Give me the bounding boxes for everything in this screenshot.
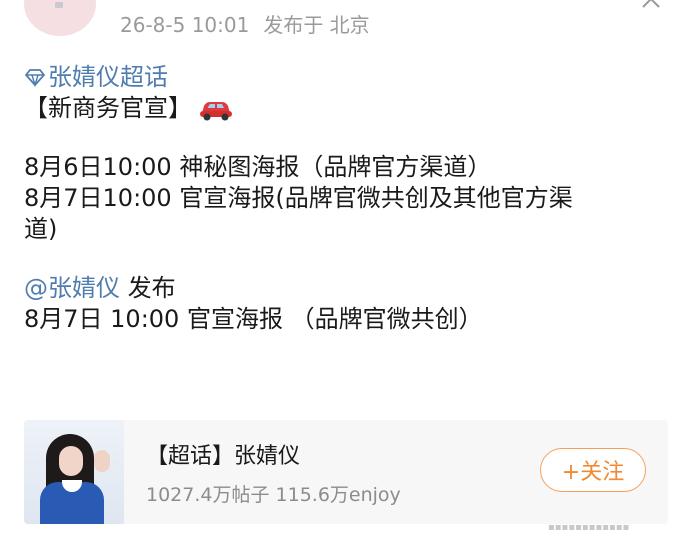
thumbnail-hand: [94, 450, 110, 472]
post-header: 26-8-5 10:01 发布于 北京: [0, 0, 690, 44]
image-watermark-dots: ▪▪▪▪▪▪▪▪▪▪▪▪: [548, 522, 630, 533]
card-stats: 1027.4万帖子 115.6万enjoy: [146, 484, 401, 506]
topic-link[interactable]: 张婧仪超话: [24, 62, 674, 93]
schedule-line: 8月6日10:00 神秘图海报（品牌官方渠道）: [24, 153, 492, 181]
mention-line: @张婧仪 发布: [24, 273, 674, 304]
thumbnail-face: [59, 446, 83, 476]
post-meta: 26-8-5 10:01 发布于 北京: [120, 9, 370, 38]
card-thumbnail: [24, 420, 124, 524]
post-heading: 【新商务官宣】: [24, 94, 192, 122]
mention-link[interactable]: @张婧仪: [24, 274, 120, 302]
card-title: 【超话】张婧仪: [146, 444, 301, 469]
heading-line: 【新商务官宣】: [24, 93, 674, 124]
avatar[interactable]: [24, 0, 96, 36]
diamond-icon: [24, 68, 46, 87]
post-time: 26-8-5 10:01: [120, 13, 250, 37]
supertopic-card[interactable]: 【超话】张婧仪 1027.4万帖子 115.6万enjoy +关注: [24, 420, 668, 524]
topic-label: 张婧仪超话: [48, 63, 168, 91]
announcement-line: 8月7日 10:00 官宣海报 （品牌官微共创）: [24, 305, 483, 333]
follow-button[interactable]: +关注: [540, 448, 646, 492]
schedule-line: 道): [24, 215, 58, 243]
post-body: 张婧仪超话 【新商务官宣】 8月6日10:00 神秘图海报（品牌官方渠道） 8月…: [24, 62, 674, 335]
close-icon[interactable]: [640, 0, 662, 10]
avatar-badge-icon: [55, 2, 63, 8]
post-location: 发布于 北京: [263, 13, 370, 37]
car-icon: [200, 101, 232, 120]
mention-suffix: 发布: [120, 274, 176, 302]
schedule-line: 8月7日10:00 官宣海报(品牌官微共创及其他官方渠: [24, 184, 573, 212]
